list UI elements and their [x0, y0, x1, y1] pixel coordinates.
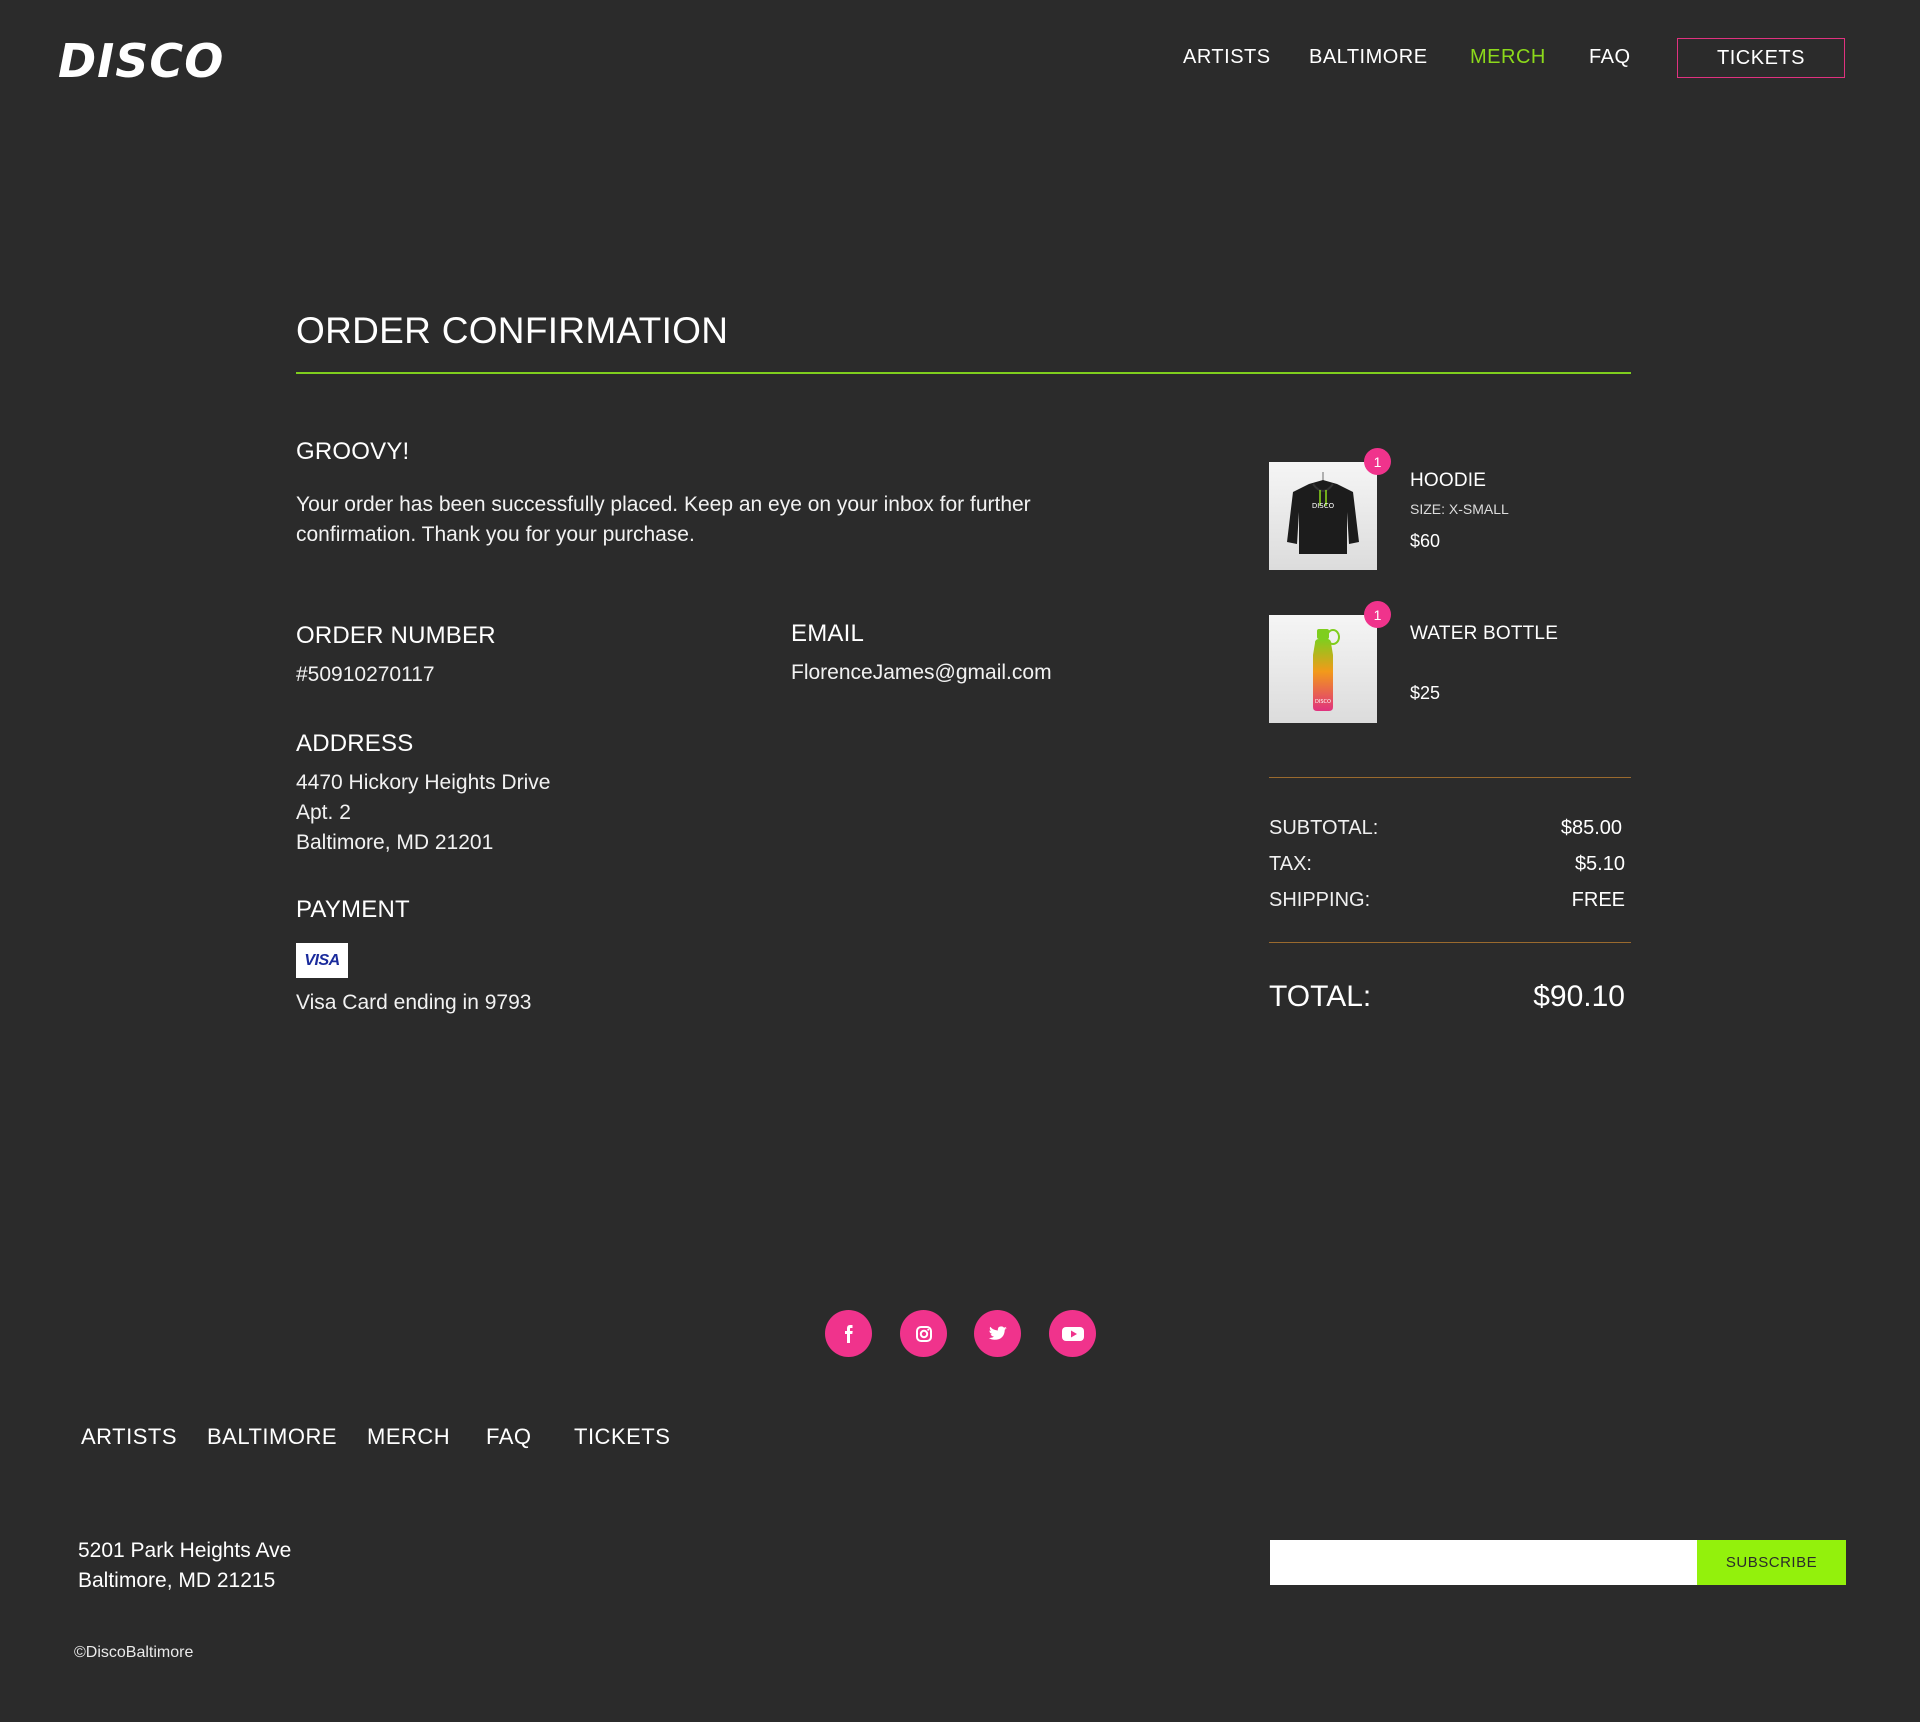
instagram-icon[interactable]	[900, 1310, 947, 1357]
subtotal-label: SUBTOTAL:	[1269, 817, 1379, 839]
bottle-print-logo: DISCO	[1315, 699, 1331, 705]
disco-logo[interactable]: DISCO	[58, 34, 224, 88]
water-bottle-image: DISCO	[1313, 629, 1340, 711]
water-bottle-name: WATER BOTTLE	[1410, 623, 1559, 644]
water-bottle-thumbnail: DISCO	[1269, 615, 1377, 723]
newsletter-email-input[interactable]	[1270, 1540, 1698, 1585]
email-heading: EMAIL	[791, 620, 865, 647]
copyright: ©DiscoBaltimore	[74, 1644, 194, 1661]
subscribe-button[interactable]: SUBSCRIBE	[1697, 1540, 1846, 1585]
order-number: #50910270117	[296, 663, 435, 686]
hoodie-name: HOODIE	[1410, 470, 1487, 491]
instagram-glyph	[915, 1325, 932, 1342]
title-divider	[296, 372, 1631, 374]
order-email: FlorenceJames@gmail.com	[791, 661, 1052, 684]
address-heading: ADDRESS	[296, 730, 414, 757]
hoodie-qty-badge: 1	[1364, 448, 1391, 475]
address-line-3: Baltimore, MD 21201	[296, 831, 494, 854]
shipping-value: FREE	[1571, 889, 1625, 911]
footer-nav-faq[interactable]: FAQ	[486, 1424, 532, 1450]
hoodie-size: SIZE: X-SMALL	[1410, 501, 1509, 517]
summary-divider-bottom	[1269, 942, 1631, 943]
footer-address-line-2: Baltimore, MD 21215	[78, 1569, 276, 1592]
address-line-1: 4470 Hickory Heights Drive	[296, 771, 551, 794]
nav-artists[interactable]: ARTISTS	[1183, 46, 1271, 69]
nav-faq[interactable]: FAQ	[1589, 46, 1631, 69]
page-title: ORDER CONFIRMATION	[296, 310, 729, 351]
address-line-2: Apt. 2	[296, 801, 351, 824]
footer-nav-merch[interactable]: MERCH	[367, 1424, 450, 1450]
shipping-label: SHIPPING:	[1269, 889, 1371, 911]
visa-card-icon: VISA	[296, 943, 348, 978]
footer-address: 5201 Park Heights Ave Baltimore, MD 2121…	[78, 1536, 291, 1596]
footer-address-line-1: 5201 Park Heights Ave	[78, 1539, 292, 1562]
youtube-icon[interactable]	[1049, 1310, 1096, 1357]
footer-nav-baltimore[interactable]: BALTIMORE	[207, 1424, 337, 1450]
water-bottle-qty-badge: 1	[1364, 601, 1391, 628]
facebook-icon[interactable]	[825, 1310, 872, 1357]
footer-nav-artists[interactable]: ARTISTS	[81, 1424, 177, 1450]
hoodie-price: $60	[1410, 531, 1441, 551]
total-label: TOTAL:	[1269, 980, 1372, 1013]
nav-merch[interactable]: MERCH	[1470, 46, 1546, 69]
payment-card-text: Visa Card ending in 9793	[296, 991, 532, 1014]
total-value: $90.10	[1533, 980, 1625, 1013]
order-number-heading: ORDER NUMBER	[296, 622, 496, 649]
hoodie-image: DISCO	[1287, 472, 1359, 554]
tickets-button[interactable]: TICKETS	[1677, 38, 1845, 78]
twitter-glyph	[988, 1325, 1007, 1340]
footer-nav-tickets[interactable]: TICKETS	[574, 1424, 670, 1450]
visa-card-brand: VISA	[304, 951, 340, 969]
nav-baltimore[interactable]: BALTIMORE	[1309, 46, 1428, 69]
hoodie-thumbnail: DISCO	[1269, 462, 1377, 570]
summary-divider-top	[1269, 777, 1631, 778]
water-bottle-price: $25	[1410, 683, 1441, 703]
facebook-glyph	[844, 1324, 853, 1343]
youtube-glyph	[1061, 1326, 1084, 1341]
hoodie-print-logo: DISCO	[1312, 502, 1335, 510]
subtotal-value: $85.00	[1560, 817, 1622, 839]
payment-heading: PAYMENT	[296, 896, 410, 923]
twitter-icon[interactable]	[974, 1310, 1021, 1357]
confirmation-message: Your order has been successfully placed.…	[296, 493, 1031, 546]
tax-value: $5.10	[1574, 853, 1625, 875]
tax-label: TAX:	[1269, 853, 1312, 875]
greeting-heading: GROOVY!	[296, 438, 410, 465]
